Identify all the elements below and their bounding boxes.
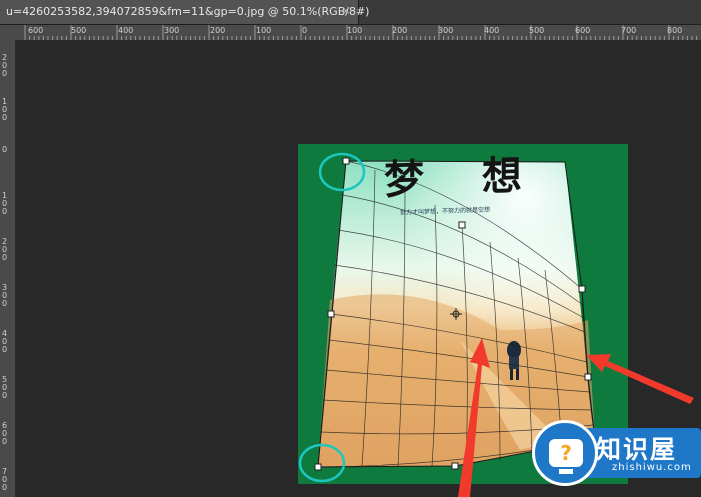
- watermark-logo: ? 知识屋 zhishiwu.com: [532, 414, 701, 497]
- watermark-text: 知识屋: [596, 435, 678, 464]
- photo-title: 梦 想: [384, 151, 544, 204]
- monitor-icon: ?: [549, 439, 583, 467]
- watermark-url: zhishiwu.com: [612, 462, 692, 473]
- monitor-stand: [559, 469, 573, 474]
- question-mark-icon: ?: [560, 441, 572, 465]
- watermark-icon-circle: ?: [532, 420, 598, 486]
